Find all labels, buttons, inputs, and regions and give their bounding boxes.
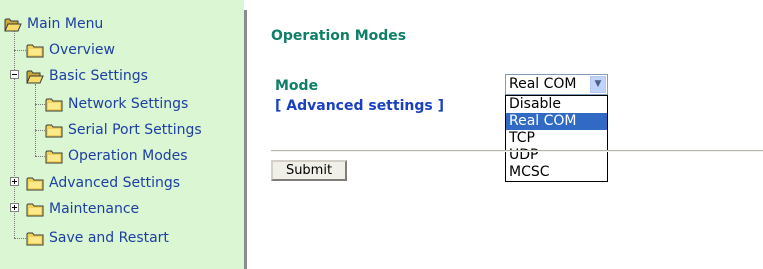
nav-item-advanced-settings[interactable]: Advanced Settings	[26, 173, 180, 193]
advanced-settings-link[interactable]: [ Advanced settings ]	[275, 98, 444, 114]
submit-button[interactable]: Submit	[271, 160, 347, 181]
chevron-down-icon[interactable]: ▼	[590, 76, 606, 93]
nav-item-label: Advanced Settings	[49, 175, 181, 191]
tree-connector	[35, 84, 36, 156]
tree-connector	[35, 130, 45, 131]
folder-icon	[45, 97, 63, 112]
page-title: Operation Modes	[271, 28, 407, 44]
folder-icon	[26, 43, 44, 58]
nav-item-operation-modes[interactable]: Operation Modes	[45, 146, 188, 166]
folder-icon	[45, 149, 63, 164]
section-divider	[271, 150, 763, 152]
collapse-icon[interactable]	[10, 70, 19, 79]
nav-item-network-settings[interactable]: Network Settings	[45, 94, 188, 114]
mode-option-tcp[interactable]: TCP	[506, 130, 607, 147]
nav-main-menu-label: Main Menu	[27, 16, 104, 32]
nav-item-label: Save and Restart	[49, 230, 169, 246]
folder-icon	[45, 123, 63, 138]
mode-dropdown-list: Disable Real COM TCP UDP MCSC	[505, 95, 608, 182]
nav-item-maintenance[interactable]: Maintenance	[26, 199, 139, 219]
tree-connector	[35, 104, 45, 105]
expand-icon[interactable]	[10, 203, 19, 212]
folder-icon	[26, 202, 44, 217]
nav-item-label: Maintenance	[49, 201, 140, 217]
nav-item-label: Serial Port Settings	[68, 122, 202, 138]
folder-icon	[26, 176, 44, 191]
folder-open-icon	[26, 69, 44, 84]
nav-main-menu[interactable]: Main Menu	[4, 14, 103, 34]
nav-item-save-and-restart[interactable]: Save and Restart	[26, 228, 169, 248]
navigation-tree: Main Menu Overview Basic Settings Networ…	[0, 0, 244, 269]
nav-item-label: Operation Modes	[68, 148, 188, 164]
nav-item-overview[interactable]: Overview	[26, 40, 115, 60]
mode-select-value: Real COM	[509, 76, 577, 92]
tree-connector	[35, 156, 45, 157]
mode-label: Mode	[275, 78, 319, 94]
nav-item-serial-port-settings[interactable]: Serial Port Settings	[45, 120, 202, 140]
tree-connector	[14, 50, 26, 51]
mode-select[interactable]: Real COM ▼	[505, 74, 608, 95]
nav-item-basic-settings[interactable]: Basic Settings	[26, 66, 148, 86]
nav-item-label: Basic Settings	[49, 68, 148, 84]
folder-open-icon	[4, 17, 22, 32]
mode-option-mcsc[interactable]: MCSC	[506, 164, 607, 181]
nav-item-label: Overview	[49, 42, 115, 58]
tree-connector	[14, 238, 26, 239]
frame-divider[interactable]	[244, 10, 247, 269]
folder-icon	[26, 231, 44, 246]
expand-icon[interactable]	[10, 177, 19, 186]
mode-option-disable[interactable]: Disable	[506, 96, 607, 113]
nav-item-label: Network Settings	[68, 96, 189, 112]
mode-option-real-com[interactable]: Real COM	[506, 113, 607, 130]
